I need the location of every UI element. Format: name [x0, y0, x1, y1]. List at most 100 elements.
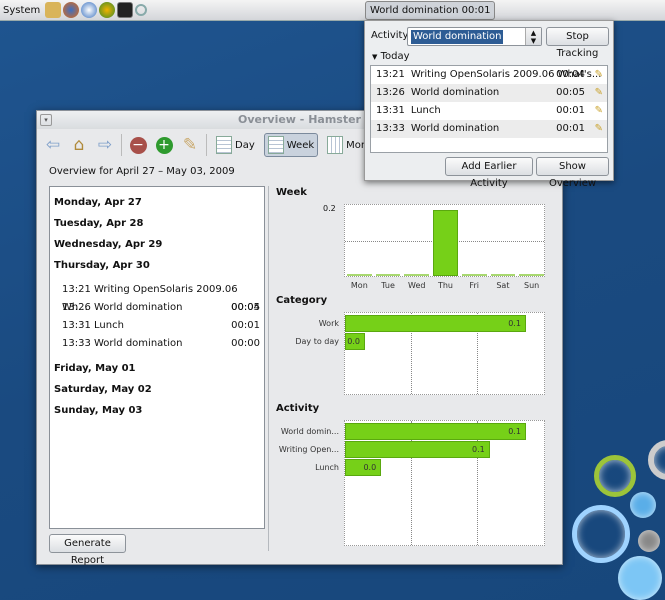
top-panel: System World domination 00:01	[0, 0, 665, 21]
hamster-tray-applet[interactable]: World domination 00:01	[365, 1, 496, 20]
activity-row[interactable]: 13:21 Writing OpenSolaris 2009.06 What's.…	[371, 66, 607, 84]
hbar: 0.0	[345, 333, 365, 350]
activity-duration: 00:04	[556, 69, 585, 80]
hbar: 0.0	[345, 459, 382, 476]
activity-time: 13:26	[376, 87, 405, 98]
activity-name: World domination	[410, 87, 500, 98]
edit-pencil-icon[interactable]: ✎	[595, 66, 603, 84]
firefox-icon[interactable]	[63, 2, 80, 18]
hbar: 0.1	[345, 315, 526, 332]
stop-tracking-button[interactable]: Stop Tracking	[546, 27, 609, 59]
week-xtick: Tue	[381, 281, 395, 290]
activity-time: 13:21	[376, 69, 405, 80]
category-label: Writing Open...	[278, 445, 339, 454]
activity-time: 13:31	[376, 105, 405, 116]
decorative-bubble	[638, 530, 660, 552]
activity-duration: 00:05	[556, 87, 585, 98]
view-week-button[interactable]: Week	[263, 133, 319, 157]
terminal-icon[interactable]	[117, 2, 134, 18]
activity-row[interactable]: 13:31 Lunch 00:01 ✎	[371, 102, 607, 120]
category-label: Lunch	[315, 463, 339, 472]
combo-arrow-icon[interactable]: ▲ ▼	[525, 28, 541, 45]
calendar-day-icon	[216, 136, 232, 154]
today-expander[interactable]: ▼ Today	[372, 51, 410, 62]
entry-text: 13:31 Lunch	[62, 320, 124, 331]
edit-pencil-icon[interactable]: ✎	[595, 120, 603, 138]
remove-icon[interactable]: −	[128, 135, 148, 155]
window-title: Overview - Hamster	[238, 113, 361, 126]
category-label: Day to day	[295, 337, 339, 346]
week-xtick: Sun	[524, 281, 540, 290]
entry-duration: 00:05	[231, 302, 260, 313]
week-bar-mon	[347, 274, 372, 276]
view-day-button[interactable]: Day	[213, 133, 258, 157]
category-chart-title: Category	[276, 295, 328, 306]
search-icon[interactable]	[135, 4, 148, 16]
activity-row[interactable]: 13:33 World domination 00:01 ✎	[371, 120, 607, 138]
calendar-month-icon	[327, 136, 344, 154]
hamster-popup: Activity: World domination ▲ ▼ Stop Track…	[364, 20, 614, 189]
activity-combo[interactable]: World domination ▲ ▼	[407, 27, 542, 46]
calendar-week-icon	[267, 136, 284, 154]
day-heading: Sunday, May 03	[54, 405, 143, 416]
add-earlier-activity-button[interactable]: Add Earlier Activity	[445, 157, 533, 189]
week-bar-sun	[519, 274, 544, 276]
back-arrow-icon[interactable]: ⇦	[43, 135, 63, 155]
bar-value: 0.1	[508, 427, 521, 436]
activity-input[interactable]: World domination	[411, 30, 504, 44]
day-entry[interactable]: 13:33 World domination 00:00	[50, 335, 264, 353]
today-activity-list[interactable]: 13:21 Writing OpenSolaris 2009.06 What's.…	[370, 65, 608, 153]
week-chart-title: Week	[276, 187, 307, 198]
home-icon[interactable]: ⌂	[69, 135, 89, 155]
home-icon[interactable]	[45, 2, 62, 18]
week-xtick: Mon	[350, 281, 368, 290]
entry-text: 13:26 World domination	[62, 302, 183, 313]
update-icon[interactable]	[99, 2, 116, 18]
edit-pencil-icon[interactable]: ✎	[595, 102, 603, 120]
show-overview-button[interactable]: Show Overview	[536, 157, 609, 189]
activity-row[interactable]: 13:26 World domination 00:05 ✎	[371, 84, 607, 102]
activity-label: Activity:	[371, 30, 412, 41]
edit-pencil-icon[interactable]: ✎	[595, 84, 603, 102]
add-icon[interactable]: +	[154, 135, 174, 155]
activity-chart-title: Activity	[276, 403, 320, 414]
day-heading: Friday, May 01	[54, 363, 136, 374]
week-bar-wed	[404, 274, 430, 276]
day-entry[interactable]: 13:31 Lunch 00:01	[50, 317, 264, 335]
decorative-bubble	[648, 440, 665, 480]
bar-value: 0.0	[347, 337, 360, 346]
day-list[interactable]: Monday, Apr 27 Tuesday, Apr 28 Wednesday, …	[49, 186, 265, 529]
pane-splitter[interactable]	[268, 186, 269, 551]
day-heading: Monday, Apr 27	[54, 197, 142, 208]
category-label: World domin...	[280, 427, 339, 436]
bar-value: 0.1	[472, 445, 485, 454]
system-menu[interactable]: System	[3, 5, 40, 16]
edit-pencil-icon[interactable]: ✎	[180, 135, 200, 155]
forward-arrow-icon[interactable]: ⇨	[95, 135, 115, 155]
entry-duration: 00:01	[231, 320, 260, 331]
hbar: 0.1	[345, 441, 490, 458]
week-ytick: 0.2	[323, 204, 336, 213]
decorative-bubble	[630, 492, 656, 518]
day-heading: Wednesday, Apr 29	[54, 239, 163, 250]
expander-arrow-icon: ▼	[372, 53, 378, 61]
day-heading: Thursday, Apr 30	[54, 260, 150, 271]
week-bar-thu	[433, 209, 458, 276]
decorative-bubble	[618, 556, 662, 600]
generate-report-button[interactable]: Generate Report	[49, 534, 126, 566]
entry-duration: 00:00	[231, 338, 260, 349]
week-xtick: Thu	[437, 281, 453, 290]
range-label: Overview for April 27 – May 03, 2009	[49, 166, 235, 177]
week-bar-sat	[490, 274, 516, 276]
day-entry[interactable]: 13:26 World domination 00:05	[50, 299, 264, 317]
entry-text: 13:33 World domination	[62, 338, 183, 349]
activity-name: World domination	[410, 123, 500, 134]
thunderbird-icon[interactable]	[81, 2, 98, 18]
bar-value: 0.0	[363, 463, 377, 472]
window-menu-button[interactable]: ▾	[40, 114, 52, 126]
bar-value: 0.1	[508, 319, 521, 328]
day-entry[interactable]: 13:21 Writing OpenSolaris 2009.06 Wh... 0…	[50, 281, 264, 313]
week-xtick: Sat	[496, 281, 510, 290]
activity-duration: 00:01	[556, 123, 585, 134]
day-heading: Tuesday, Apr 28	[54, 218, 144, 229]
